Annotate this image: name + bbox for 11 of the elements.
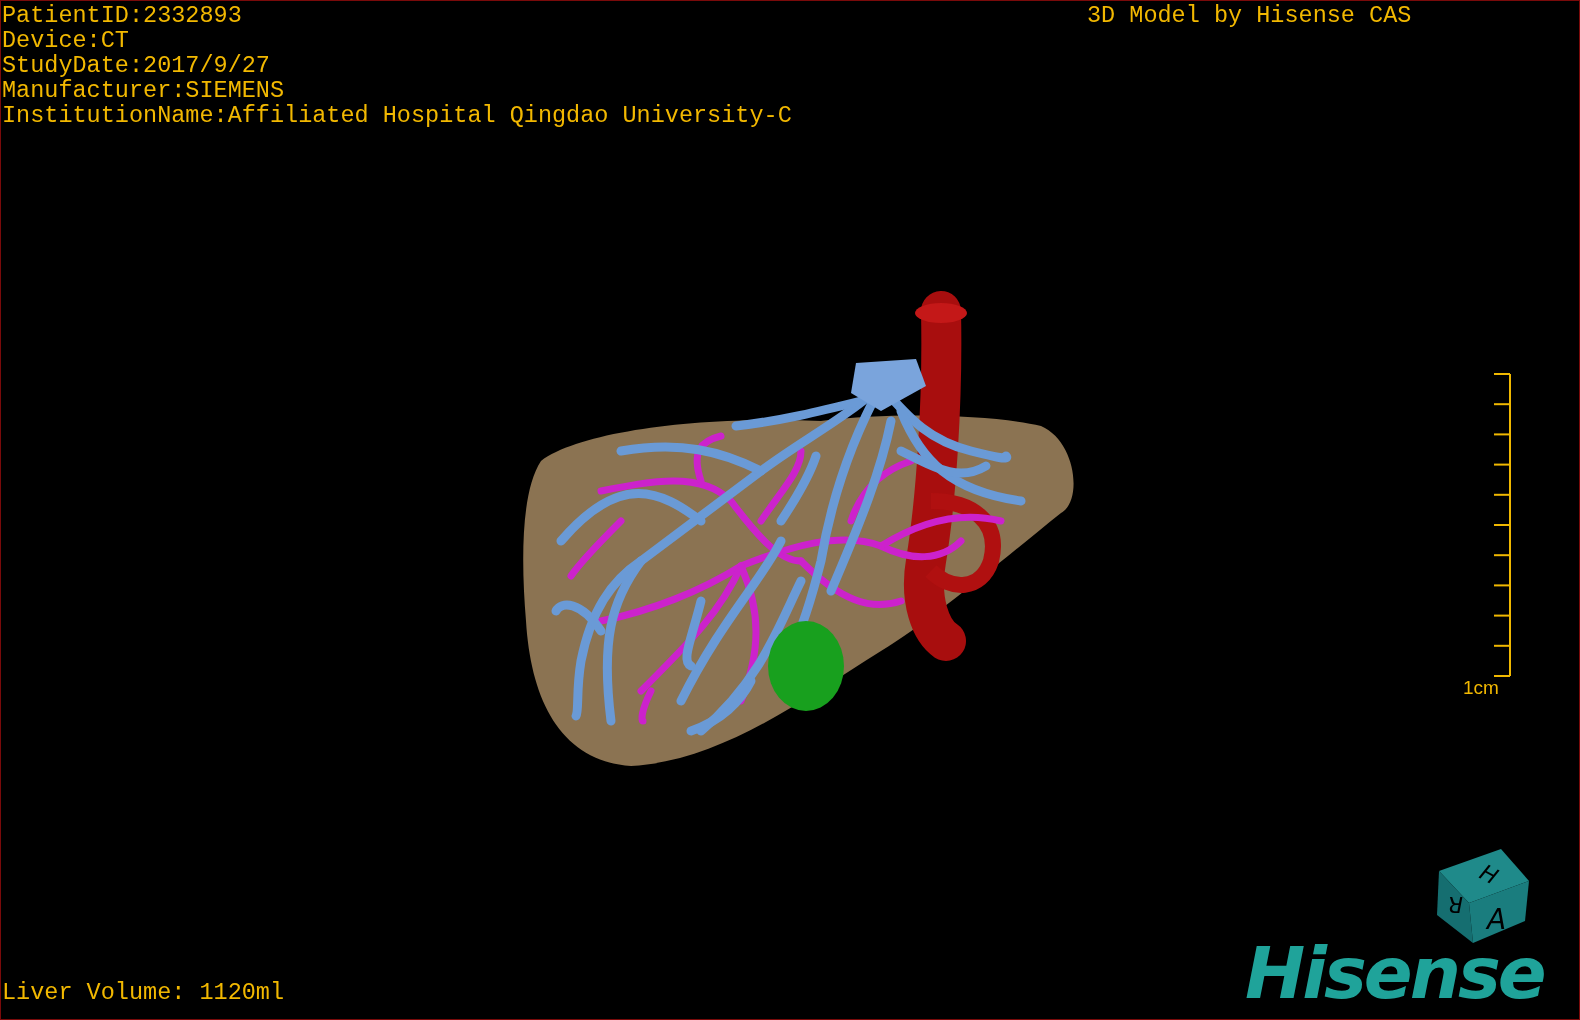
viewer-title: 3D Model by Hisense CAS (1087, 3, 1412, 28)
patient-info-text: InstitutionName:Affiliated Hospital Qingdao University-C (2, 103, 792, 128)
patient-info-text: StudyDate:2017/9/27 (2, 53, 271, 78)
patient-info-text: Manufacturer:SIEMENS (2, 78, 286, 103)
cube-face-letter: H (1475, 859, 1502, 890)
orientation-cube-icon (1437, 849, 1529, 943)
scale-bar-label: 1cm (1463, 677, 1499, 699)
cube-face-letter: R (1447, 892, 1463, 917)
patient-info-text: Device:CT (2, 28, 130, 53)
patient-info-text: PatientID:2332893 (2, 3, 243, 28)
liver-volume-text: Liver Volume: 1120ml (2, 980, 285, 1005)
